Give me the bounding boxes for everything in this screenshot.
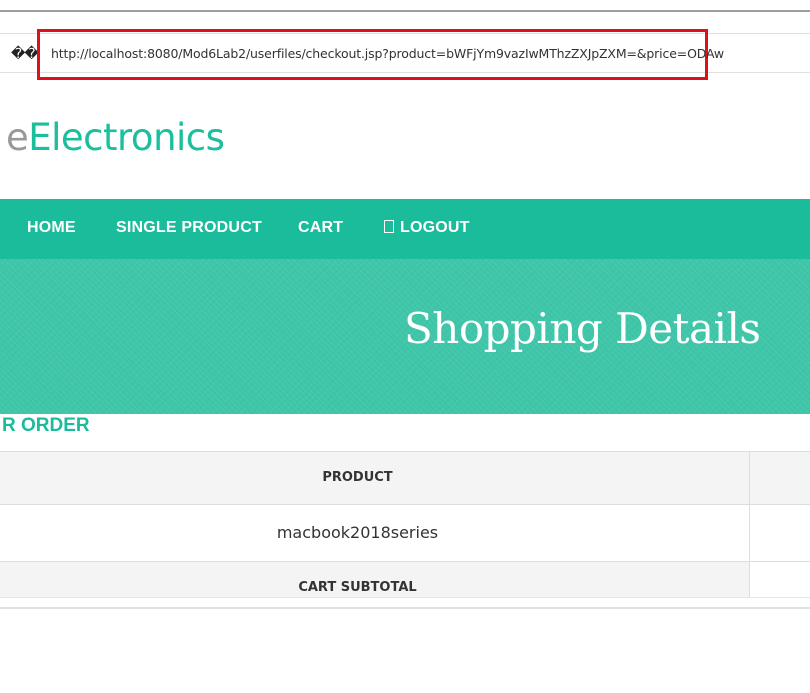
product-cell: macbook2018series	[0, 505, 750, 561]
product-column-header: PRODUCT	[322, 470, 393, 485]
banner-title: Shopping Details	[404, 304, 761, 353]
subtotal-row: CART SUBTOTAL	[0, 561, 810, 597]
address-bar-glyphs: ��	[11, 46, 39, 62]
subtotal-label-cell: CART SUBTOTAL	[0, 562, 750, 597]
address-url[interactable]: http://localhost:8080/Mod6Lab2/userfiles…	[51, 46, 724, 61]
product-name: macbook2018series	[276, 523, 439, 542]
nav-home[interactable]: HOME	[27, 199, 76, 259]
order-section-title: R ORDER	[2, 415, 90, 436]
order-table: PRODUCT macbook2018series CART SUBTOTAL	[0, 451, 810, 597]
nav-logout[interactable]: LOGOUT	[384, 199, 470, 259]
table-row: macbook2018series	[0, 504, 810, 561]
table-header-row: PRODUCT	[0, 452, 810, 504]
nav-cart[interactable]: CART	[298, 199, 343, 259]
main-nav: HOME SINGLE PRODUCT CART LOGOUT	[0, 199, 810, 259]
table-header-cell-right	[750, 452, 810, 504]
nav-logout-label: LOGOUT	[400, 219, 470, 236]
nav-single-product[interactable]: SINGLE PRODUCT	[116, 199, 262, 259]
logo-name: Electronics	[28, 116, 225, 159]
site-logo[interactable]: eElectronics	[6, 113, 225, 163]
subtotal-value-cell	[750, 562, 810, 597]
horizontal-scrollbar[interactable]	[0, 597, 810, 609]
table-header-cell: PRODUCT	[0, 452, 750, 504]
logo-prefix: e	[6, 116, 29, 159]
cart-subtotal-label: CART SUBTOTAL	[298, 580, 417, 595]
window-top-rule	[0, 10, 810, 12]
product-cell-right	[750, 505, 810, 561]
user-icon	[384, 220, 394, 233]
